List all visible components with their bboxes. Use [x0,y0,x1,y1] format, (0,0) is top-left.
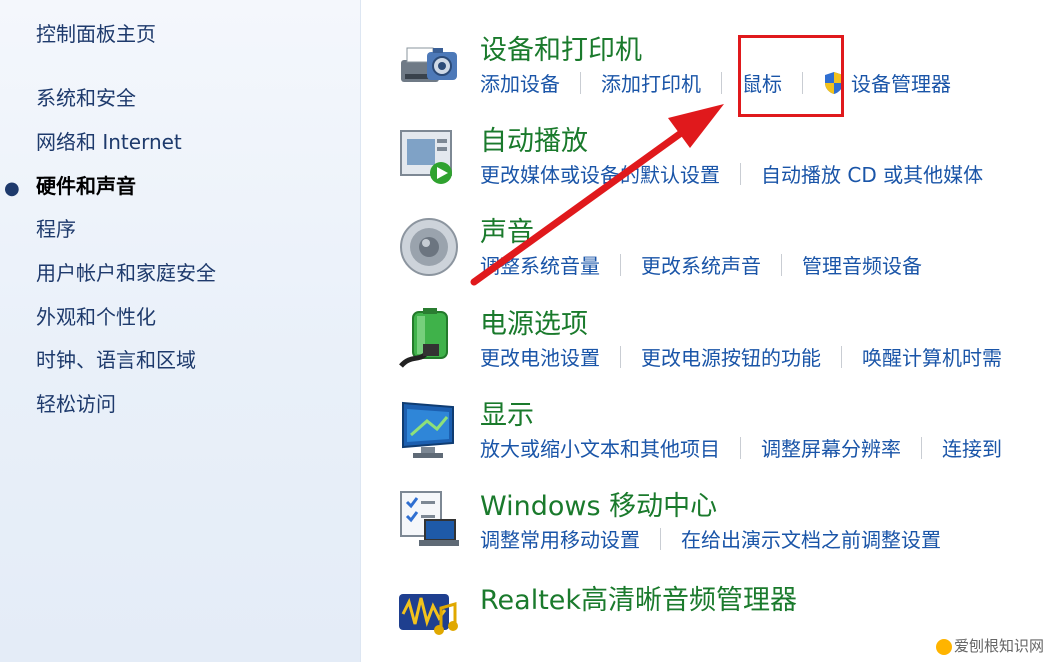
category-title-display[interactable]: 显示 [480,393,534,432]
category-mobility-center: Windows 移动中心 调整常用移动设置 在给出演示文档之前调整设置 [361,484,1054,572]
links-mobility-center: 调整常用移动设置 在给出演示文档之前调整设置 [480,524,941,552]
link-separator [620,345,621,368]
link-separator [721,71,722,94]
speaker-icon [400,218,458,276]
link-separator [841,345,842,368]
link-separator [740,436,741,459]
active-bullet-icon: ● [4,178,20,199]
manage-audio-devices-link[interactable]: 管理音频设备 [802,250,922,279]
links-display: 放大或缩小文本和其他项目 调整屏幕分辨率 连接到 [480,433,1002,461]
change-battery-settings-link[interactable]: 更改电池设置 [480,342,600,371]
sidebar-item-ease-of-access[interactable]: 轻松访问 [36,388,116,417]
sidebar: 控制面板主页 系统和安全 网络和 Internet ● 硬件和声音 程序 用户帐… [0,0,361,662]
link-separator [781,253,782,276]
sidebar-item-appearance[interactable]: 外观和个性化 [36,301,156,330]
connect-projector-link[interactable]: 连接到 [942,433,1002,462]
sidebar-item-hardware-sound[interactable]: 硬件和声音 [36,170,136,199]
category-display: 显示 放大或缩小文本和其他项目 调整屏幕分辨率 连接到 [361,393,1054,481]
main-content: 设备和打印机 添加设备 添加打印机 鼠标 设备管理器 自动播放 更改媒体或设备的默认设… [361,0,1054,662]
category-sound: 声音 调整系统音量 更改系统声音 管理音频设备 [361,210,1054,298]
device-manager-link[interactable]: 设备管理器 [851,68,951,97]
category-title-sound[interactable]: 声音 [480,210,534,249]
link-separator [580,71,581,94]
realtek-audio-icon [399,594,458,635]
change-power-buttons-link[interactable]: 更改电源按钮的功能 [641,342,821,371]
category-devices-printers: 设备和打印机 添加设备 添加打印机 鼠标 设备管理器 [361,28,1054,116]
category-autoplay: 自动播放 更改媒体或设备的默认设置 自动播放 CD 或其他媒体 [361,119,1054,207]
watermark-logo-icon [935,638,952,655]
screen-resolution-link[interactable]: 调整屏幕分辨率 [761,433,901,462]
links-power-options: 更改电池设置 更改电源按钮的功能 唤醒计算机时需 [480,342,1002,370]
adjust-volume-link[interactable]: 调整系统音量 [480,250,600,279]
sidebar-item-network-internet[interactable]: 网络和 Internet [36,126,182,155]
presentation-settings-link[interactable]: 在给出演示文档之前调整设置 [681,524,941,553]
wake-password-link[interactable]: 唤醒计算机时需 [862,342,1002,371]
sidebar-item-user-accounts[interactable]: 用户帐户和家庭安全 [36,257,216,286]
mobility-center-icon [400,491,459,546]
text-size-link[interactable]: 放大或缩小文本和其他项目 [480,433,720,462]
link-separator [921,436,922,459]
autoplay-icon [400,130,452,184]
links-sound: 调整系统音量 更改系统声音 管理音频设备 [480,250,922,278]
watermark-text: 爱刨根知识网 [953,637,1044,655]
control-panel-home-link[interactable]: 控制面板主页 [36,18,156,47]
change-system-sounds-link[interactable]: 更改系统声音 [641,250,761,279]
monitor-icon [402,401,454,458]
link-separator [740,162,741,185]
add-printer-link[interactable]: 添加打印机 [601,68,701,97]
category-title-mobility-center[interactable]: Windows 移动中心 [480,484,717,523]
links-autoplay: 更改媒体或设备的默认设置 自动播放 CD 或其他媒体 [480,159,983,187]
sidebar-item-system-security[interactable]: 系统和安全 [36,82,136,111]
mouse-highlight-box [738,35,844,117]
links-devices-printers: 添加设备 添加打印机 鼠标 设备管理器 [480,68,951,96]
battery-plug-icon [399,308,448,368]
category-title-realtek[interactable]: Realtek高清晰音频管理器 [480,578,797,617]
link-separator [660,527,661,550]
category-title-autoplay[interactable]: 自动播放 [480,119,588,158]
printer-camera-icon [401,47,457,82]
change-media-defaults-link[interactable]: 更改媒体或设备的默认设置 [480,159,720,188]
sidebar-item-programs[interactable]: 程序 [36,213,76,242]
adjust-mobility-settings-link[interactable]: 调整常用移动设置 [480,524,640,553]
watermark: 爱刨根知识网 [935,635,1044,656]
link-separator [620,253,621,276]
category-title-power-options[interactable]: 电源选项 [480,302,588,341]
add-device-link[interactable]: 添加设备 [480,68,560,97]
category-title-devices-printers[interactable]: 设备和打印机 [480,28,642,67]
category-power-options: 电源选项 更改电池设置 更改电源按钮的功能 唤醒计算机时需 [361,302,1054,390]
autoplay-cd-link[interactable]: 自动播放 CD 或其他媒体 [761,159,983,188]
sidebar-item-clock-language[interactable]: 时钟、语言和区域 [36,344,196,373]
